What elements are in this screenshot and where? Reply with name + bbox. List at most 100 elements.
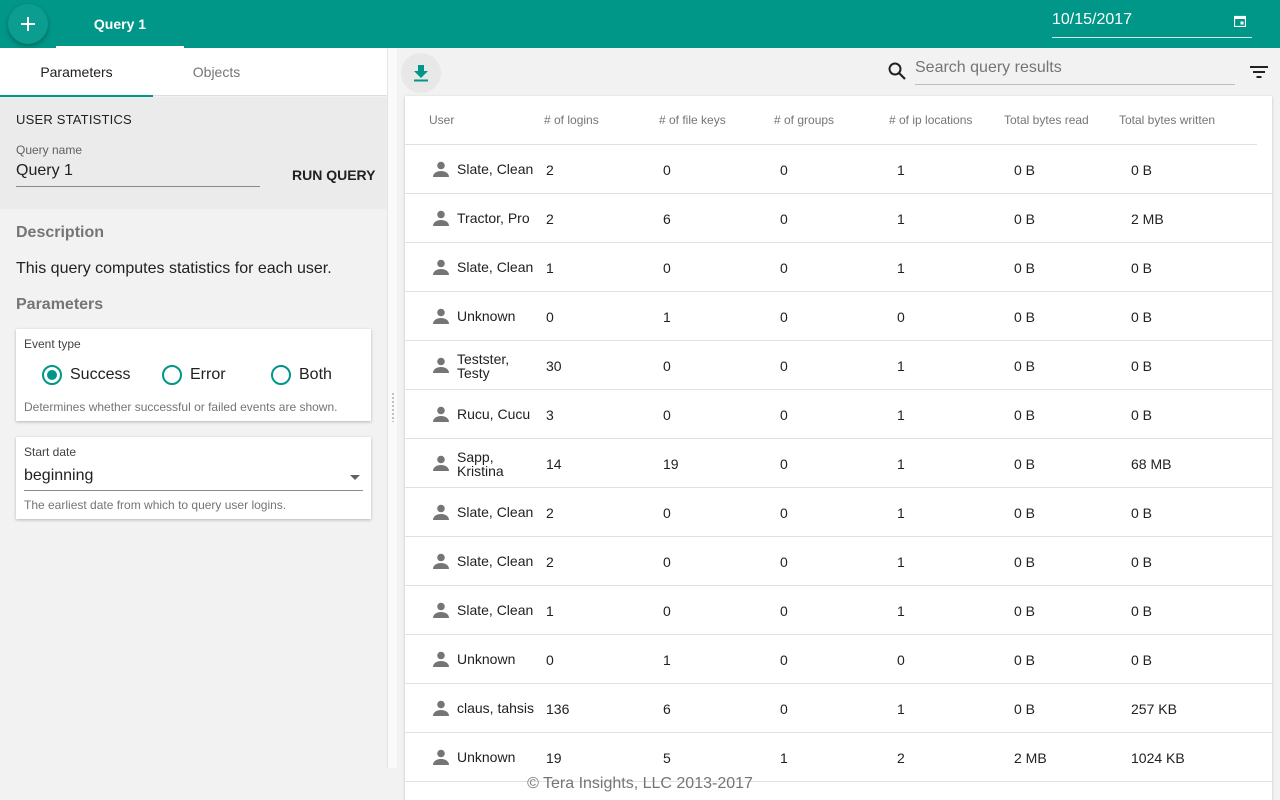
- col-header-file-keys[interactable]: # of file keys: [659, 113, 726, 127]
- user-name: claus, tahsis: [457, 700, 535, 716]
- cell-file-keys: 0: [663, 260, 671, 276]
- person-icon: [433, 161, 449, 177]
- user-name: Rucu, Cucu: [457, 406, 531, 422]
- person-icon: [433, 357, 449, 373]
- table-header: User # of logins # of file keys # of gro…: [405, 96, 1272, 145]
- cell-groups: 0: [780, 162, 788, 178]
- table-row[interactable]: Slate, Clean 2 0 0 1 0 B 0 B: [405, 145, 1272, 194]
- person-icon: [433, 259, 449, 275]
- table-row[interactable]: Testster, Testy 30 0 0 1 0 B 0 B: [405, 341, 1272, 390]
- table-row[interactable]: Slate, Clean 1 0 0 1 0 B 0 B: [405, 586, 1272, 635]
- cell-file-keys: 0: [663, 407, 671, 423]
- cell-bytes-written: 257 KB: [1131, 701, 1177, 717]
- search-icon: [888, 62, 906, 80]
- add-query-button[interactable]: [8, 4, 48, 44]
- download-icon: [414, 65, 428, 82]
- col-header-ip-locations[interactable]: # of ip locations: [889, 113, 972, 127]
- table-row[interactable]: Slate, Clean 1 0 0 1 0 B 0 B: [405, 243, 1272, 292]
- cell-bytes-read: 0 B: [1014, 603, 1036, 619]
- cell-groups: 0: [780, 358, 788, 374]
- run-query-button[interactable]: RUN QUERY: [284, 163, 384, 187]
- table-row[interactable]: claus, tahsis 136 6 0 1 0 B 257 KB: [405, 684, 1272, 733]
- cell-file-keys: 0: [663, 505, 671, 521]
- cell-file-keys: 1: [663, 309, 671, 325]
- cell-bytes-read: 0 B: [1014, 309, 1036, 325]
- start-date-label: Start date: [24, 445, 77, 459]
- user-name: Unknown: [457, 308, 516, 324]
- table-row[interactable]: Sapp, Kristina 14 19 0 1 0 B 68 MB: [405, 439, 1272, 488]
- cell-ip-locations: 1: [897, 211, 905, 227]
- date-field[interactable]: 10/15/2017: [1052, 8, 1252, 38]
- search-input[interactable]: Search query results: [915, 58, 1235, 85]
- cell-bytes-read: 0 B: [1014, 358, 1036, 374]
- cell-ip-locations: 1: [897, 701, 905, 717]
- col-header-groups[interactable]: # of groups: [774, 113, 834, 127]
- cell-bytes-read: 0 B: [1014, 211, 1036, 227]
- results-table: User # of logins # of file keys # of gro…: [405, 96, 1272, 800]
- query-name-input[interactable]: Query 1: [16, 159, 260, 187]
- tab-query-1[interactable]: Query 1: [56, 0, 184, 48]
- cell-bytes-read: 0 B: [1014, 260, 1036, 276]
- description-heading: Description: [16, 224, 105, 241]
- user-name: Slate, Clean: [457, 602, 534, 618]
- cell-user: claus, tahsis: [433, 684, 543, 732]
- col-header-logins[interactable]: # of logins: [544, 113, 599, 127]
- table-row[interactable]: Rucu, Cucu 3 0 0 1 0 B 0 B: [405, 390, 1272, 439]
- table-row[interactable]: Slate, Clean 2 0 0 1 0 B 0 B: [405, 537, 1272, 586]
- col-header-user[interactable]: User: [429, 113, 454, 127]
- table-row[interactable]: Tractor, Pro 2 6 0 1 0 B 2 MB: [405, 194, 1272, 243]
- cell-bytes-read: 0 B: [1014, 701, 1036, 717]
- cell-user: Sapp, Kristina: [433, 439, 543, 487]
- cell-groups: 0: [780, 211, 788, 227]
- start-date-help: The earliest date from which to query us…: [24, 498, 287, 512]
- cell-ip-locations: 0: [897, 652, 905, 668]
- cell-bytes-written: 2 MB: [1131, 211, 1164, 227]
- user-name: Slate, Clean: [457, 161, 534, 177]
- col-header-bytes-written[interactable]: Total bytes written: [1119, 113, 1215, 127]
- radio-checked-icon: [42, 365, 62, 385]
- cell-file-keys: 6: [663, 211, 671, 227]
- cell-ip-locations: 1: [897, 260, 905, 276]
- cell-bytes-written: 0 B: [1131, 652, 1153, 668]
- cell-groups: 0: [780, 505, 788, 521]
- table-row[interactable]: Slate, Clean 2 0 0 1 0 B 0 B: [405, 488, 1272, 537]
- results-panel: Search query results User # of logins # …: [397, 48, 1280, 800]
- tab-objects[interactable]: Objects: [140, 48, 293, 96]
- person-icon: [433, 749, 449, 765]
- cell-user: Unknown: [433, 292, 543, 340]
- cell-groups: 0: [780, 652, 788, 668]
- cell-groups: 0: [780, 554, 788, 570]
- user-statistics-header: USER STATISTICS Query name Query 1 RUN Q…: [0, 97, 387, 209]
- cell-bytes-read: 0 B: [1014, 554, 1036, 570]
- person-icon: [433, 504, 449, 520]
- cell-bytes-written: 1024 KB: [1131, 750, 1185, 766]
- user-name: Tractor, Pro: [457, 210, 530, 226]
- cell-groups: 0: [780, 603, 788, 619]
- start-date-value: beginning: [24, 467, 94, 484]
- cell-bytes-written: 0 B: [1131, 603, 1153, 619]
- start-date-select[interactable]: beginning: [24, 465, 363, 491]
- tab-parameters[interactable]: Parameters: [0, 48, 153, 97]
- download-button[interactable]: [401, 53, 441, 93]
- cell-ip-locations: 0: [897, 309, 905, 325]
- cell-bytes-written: 0 B: [1131, 309, 1153, 325]
- cell-file-keys: 0: [663, 358, 671, 374]
- table-row[interactable]: Unknown 0 1 0 0 0 B 0 B: [405, 292, 1272, 341]
- date-value: 10/15/2017: [1052, 11, 1133, 28]
- panel-splitter[interactable]: [387, 48, 397, 768]
- drag-handle-icon: [391, 392, 395, 422]
- query-name-label: Query name: [16, 143, 83, 157]
- cell-logins: 1: [546, 603, 554, 619]
- event-type-label: Event type: [24, 337, 81, 351]
- table-row[interactable]: Unknown 0 1 0 0 0 B 0 B: [405, 635, 1272, 684]
- person-icon: [433, 210, 449, 226]
- cell-logins: 0: [546, 652, 554, 668]
- start-date-card: Start date beginning The earliest date f…: [16, 437, 371, 519]
- filter-icon[interactable]: [1250, 66, 1268, 78]
- col-header-bytes-read[interactable]: Total bytes read: [1004, 113, 1089, 127]
- event-type-help: Determines whether successful or failed …: [24, 400, 338, 414]
- cell-logins: 19: [546, 750, 562, 766]
- cell-groups: 1: [780, 750, 788, 766]
- cell-logins: 2: [546, 554, 554, 570]
- calendar-icon[interactable]: [1234, 15, 1246, 27]
